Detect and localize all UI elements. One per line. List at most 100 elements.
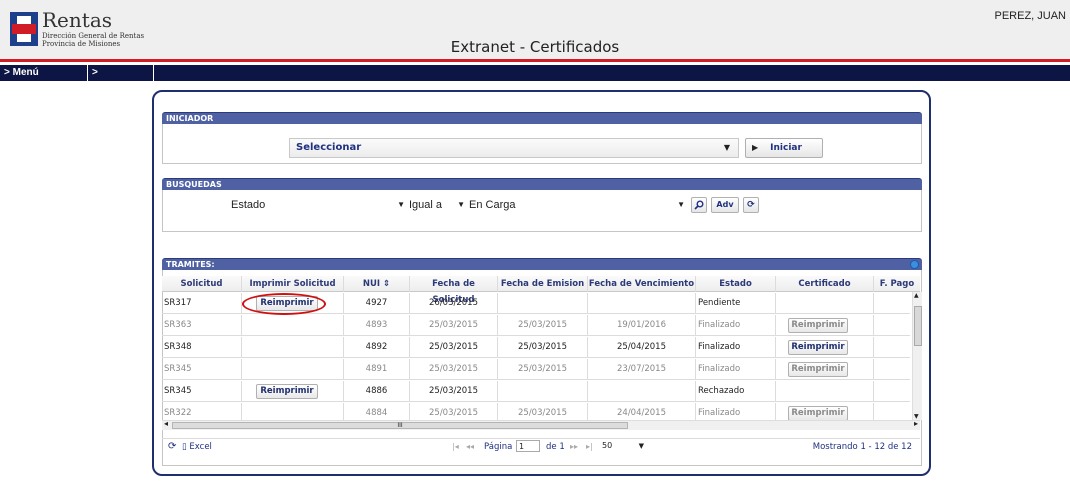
col-fecha-emision[interactable]: Fecha de Emision bbox=[498, 276, 588, 292]
cell-fecha-vencimiento: 23/07/2015 bbox=[588, 359, 696, 380]
refresh-button[interactable]: ⟳ bbox=[743, 197, 759, 213]
reimprimir-certificado-button[interactable]: Reimprimir bbox=[788, 340, 848, 355]
scroll-right-icon[interactable]: ▸ bbox=[914, 419, 918, 428]
cell-fecha-vencimiento bbox=[588, 293, 696, 314]
cell-fecha-emision bbox=[498, 293, 588, 314]
sort-icon: ⇕ bbox=[383, 279, 391, 289]
cell-imprimir bbox=[242, 337, 344, 358]
grid-footer: ⟳ ▯ Excel |◂ ◂◂ Página 1 de 1 ▸▸ ▸| 50 ▼ … bbox=[162, 438, 920, 454]
horizontal-scrollbar[interactable]: ◂ III ▸ bbox=[162, 419, 920, 430]
reimprimir-certificado-button[interactable]: Reimprimir bbox=[788, 318, 848, 333]
tramites-header: TRAMITES: bbox=[162, 258, 922, 270]
busqueda-field-value: Estado bbox=[231, 199, 266, 211]
cell-solicitud: SR345 bbox=[162, 359, 242, 380]
nav-menu-principal[interactable]: > Menú principal bbox=[0, 65, 88, 94]
cell-imprimir bbox=[242, 315, 344, 336]
refresh-icon: ⟳ bbox=[747, 200, 755, 210]
search-button[interactable] bbox=[691, 197, 707, 213]
excel-icon: ▯ bbox=[182, 442, 187, 452]
iniciador-select-value: Seleccionar bbox=[296, 142, 362, 153]
table-row[interactable]: SR345 4891 25/03/2015 25/03/2015 23/07/2015 F… bbox=[162, 359, 920, 380]
iniciador-select[interactable]: Seleccionar ▼ bbox=[289, 138, 739, 158]
cell-certificado: Reimprimir bbox=[776, 315, 874, 336]
grid-header-row: Solicitud Imprimir Solicitud NUI ⇕ Fecha… bbox=[162, 276, 920, 305]
cell-fecha-vencimiento: 19/01/2016 bbox=[588, 315, 696, 336]
table-row[interactable]: SR345 Reimprimir 4886 25/03/2015 Rechazado bbox=[162, 381, 920, 402]
next-page-icon[interactable]: ▸▸ bbox=[570, 442, 578, 451]
busqueda-value-select[interactable]: En Carga ▼ bbox=[469, 198, 687, 212]
cell-nui: 4892 bbox=[344, 337, 410, 358]
nav-certificados[interactable]: > Certificados bbox=[88, 65, 154, 94]
chevron-down-icon: ▼ bbox=[397, 200, 405, 209]
tramites-title: TRAMITES: bbox=[166, 260, 215, 269]
cell-nui: 4927 bbox=[344, 293, 410, 314]
cell-fecha-vencimiento: 25/04/2015 bbox=[588, 337, 696, 358]
col-estado[interactable]: Estado bbox=[696, 276, 776, 292]
vertical-scrollbar[interactable]: ▲ ▼ bbox=[912, 292, 922, 420]
highlight-annotation bbox=[242, 293, 326, 315]
cell-estado: Finalizado bbox=[696, 359, 776, 380]
busqueda-operator-select[interactable]: Igual a ▼ bbox=[409, 198, 467, 212]
col-fecha-solicitud[interactable]: Fecha de Solicitud bbox=[410, 276, 498, 305]
page-size-select[interactable]: 50 ▼ bbox=[602, 440, 646, 452]
cell-solicitud: SR317 bbox=[162, 293, 242, 314]
cell-imprimir: Reimprimir bbox=[242, 381, 344, 402]
cell-nui: 4891 bbox=[344, 359, 410, 380]
reimprimir-solicitud-button[interactable]: Reimprimir bbox=[256, 384, 318, 399]
cell-nui: 4893 bbox=[344, 315, 410, 336]
last-page-icon[interactable]: ▸| bbox=[586, 442, 593, 451]
table-row[interactable]: SR363 4893 25/03/2015 25/03/2015 19/01/2016 F… bbox=[162, 315, 920, 336]
first-page-icon[interactable]: |◂ bbox=[452, 442, 459, 451]
iniciar-button[interactable]: ▶ Iniciar bbox=[745, 138, 823, 158]
col-solicitud[interactable]: Solicitud bbox=[162, 276, 242, 292]
scroll-thumb[interactable] bbox=[914, 306, 922, 346]
cell-fecha-emision: 25/03/2015 bbox=[498, 337, 588, 358]
scroll-up-icon[interactable]: ▲ bbox=[914, 292, 919, 299]
collapse-icon[interactable] bbox=[910, 260, 919, 269]
reimprimir-certificado-button[interactable]: Reimprimir bbox=[788, 406, 848, 421]
logo-title: Rentas bbox=[42, 8, 112, 32]
chevron-down-icon: ▼ bbox=[457, 200, 465, 209]
excel-label: Excel bbox=[189, 442, 212, 452]
iniciador-header: INICIADOR bbox=[162, 112, 922, 124]
cell-certificado: Reimprimir bbox=[776, 359, 874, 380]
col-fecha-vencimiento[interactable]: Fecha de Vencimiento bbox=[588, 276, 696, 292]
col-imprimir-solicitud[interactable]: Imprimir Solicitud bbox=[242, 276, 344, 292]
table-row[interactable]: SR348 4892 25/03/2015 25/03/2015 25/04/2015 F… bbox=[162, 337, 920, 358]
scroll-left-icon[interactable]: ◂ bbox=[164, 419, 168, 428]
chevron-down-icon: ▼ bbox=[723, 143, 730, 152]
cell-fecha-solicitud: 25/03/2015 bbox=[410, 315, 498, 336]
prev-page-icon[interactable]: ◂◂ bbox=[466, 442, 474, 451]
cell-estado: Pendiente bbox=[696, 293, 776, 314]
page-size-value: 50 bbox=[602, 441, 613, 450]
search-icon bbox=[694, 200, 704, 210]
col-nui[interactable]: NUI ⇕ bbox=[344, 276, 410, 292]
cell-fecha-emision bbox=[498, 381, 588, 402]
cell-fecha-solicitud: 25/03/2015 bbox=[410, 337, 498, 358]
iniciador-panel: Seleccionar ▼ ▶ Iniciar bbox=[162, 124, 922, 164]
cell-certificado: Reimprimir bbox=[776, 337, 874, 358]
reimprimir-certificado-button[interactable]: Reimprimir bbox=[788, 362, 848, 377]
busqueda-field-select[interactable]: Estado ▼ bbox=[231, 198, 407, 212]
breadcrumb-nav: > Menú principal > Certificados bbox=[0, 65, 1070, 94]
cell-estado: Finalizado bbox=[696, 315, 776, 336]
cell-certificado bbox=[776, 293, 874, 314]
page-label: Página bbox=[484, 442, 513, 452]
busquedas-panel: Estado ▼ Igual a ▼ En Carga ▼ Adv ⟳ bbox=[162, 190, 922, 232]
col-f-pago[interactable]: F. Pago bbox=[874, 276, 920, 292]
refresh-icon[interactable]: ⟳ bbox=[168, 441, 176, 452]
col-certificado[interactable]: Certificado bbox=[776, 276, 874, 292]
hscroll-grip: III bbox=[397, 422, 403, 429]
cell-nui: 4886 bbox=[344, 381, 410, 402]
cell-fecha-solicitud: 25/03/2015 bbox=[410, 381, 498, 402]
page-input[interactable]: 1 bbox=[516, 440, 540, 452]
busqueda-operator-value: Igual a bbox=[409, 199, 443, 211]
cell-fecha-emision: 25/03/2015 bbox=[498, 315, 588, 336]
excel-export-button[interactable]: ▯ Excel bbox=[182, 442, 212, 452]
adv-button[interactable]: Adv bbox=[711, 197, 739, 213]
cell-imprimir bbox=[242, 359, 344, 380]
chevron-down-icon: ▼ bbox=[638, 442, 644, 450]
cell-estado: Rechazado bbox=[696, 381, 776, 402]
cell-fecha-vencimiento bbox=[588, 381, 696, 402]
hscroll-thumb[interactable]: III bbox=[172, 422, 628, 429]
